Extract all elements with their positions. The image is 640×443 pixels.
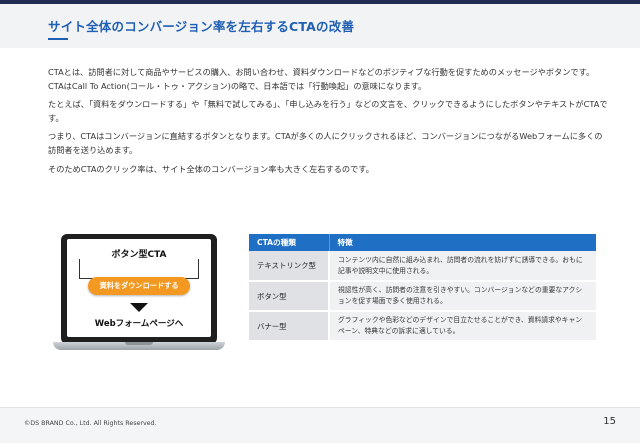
body-text: CTAとは、訪問者に対して商品やサービスの購入、お問い合わせ、資料ダウンロードな… <box>48 66 608 181</box>
arrow-down-icon <box>130 303 148 312</box>
paragraph: たとえば、「資料をダウンロードする」や「無料で試してみる」、「申し込みを行う」な… <box>48 99 608 123</box>
paragraph: つまり、CTAはコンバージョンに直結するボタンとなります。CTAが多くの人にクリ… <box>48 131 603 155</box>
cta-desc-cell: コンテンツ内に自然に組み込まれ、訪問者の流れを妨げずに誘導できる。おもに記事や説… <box>329 251 596 282</box>
cta-desc-cell: 視認性が高く、訪問者の注意を引きやすい。コンバージョンなどの重要なアクションを促… <box>329 281 596 312</box>
cta-kind-cell: バナー型 <box>249 311 330 342</box>
laptop-screen: ボタン型CTA 資料をダウンロードする Webフォームページへ <box>61 234 217 344</box>
page-number: 15 <box>603 416 616 427</box>
laptop-illustration: ボタン型CTA 資料をダウンロードする Webフォームページへ <box>53 234 225 354</box>
bracket-line <box>79 259 199 279</box>
column-header-feature: 特徴 <box>329 234 596 251</box>
cta-example-button: 資料をダウンロードする <box>88 277 190 295</box>
table-row: バナー型 グラフィックや色彩などのデザインで目立たせることができ、資料請求やキャ… <box>249 311 596 342</box>
cta-kind-cell: ボタン型 <box>249 281 330 312</box>
table-row: テキストリンク型 コンテンツ内に自然に組み込まれ、訪問者の流れを妨げずに誘導でき… <box>249 251 596 282</box>
title-underline <box>48 38 68 40</box>
laptop-notch <box>125 342 153 345</box>
column-header-kind: CTAの種類 <box>249 234 330 251</box>
paragraph: CTAとは、訪問者に対して商品やサービスの購入、お問い合わせ、資料ダウンロードな… <box>48 67 595 91</box>
table-header-row: CTAの種類 特徴 <box>249 234 596 251</box>
cta-types-table: CTAの種類 特徴 テキストリンク型 コンテンツ内に自然に組み込まれ、訪問者の流… <box>249 234 596 342</box>
cta-kind-cell: テキストリンク型 <box>249 251 330 282</box>
copyright: ©DS BRAND Co., Ltd. All Rights Reserved. <box>24 420 157 427</box>
page-title: サイト全体のコンバージョン率を左右するCTAの改善 <box>48 19 355 34</box>
illustration-destination: Webフォームページへ <box>94 319 184 329</box>
table-row: ボタン型 視認性が高く、訪問者の注意を引きやすい。コンバージョンなどの重要なアク… <box>249 281 596 312</box>
laptop-screen-content: ボタン型CTA 資料をダウンロードする Webフォームページへ <box>67 239 211 337</box>
paragraph: そのためCTAのクリック率は、サイト全体のコンバージョン率も大きく左右するのです… <box>48 163 374 174</box>
cta-desc-cell: グラフィックや色彩などのデザインで目立たせることができ、資料請求やキャンペーン、… <box>329 311 596 342</box>
